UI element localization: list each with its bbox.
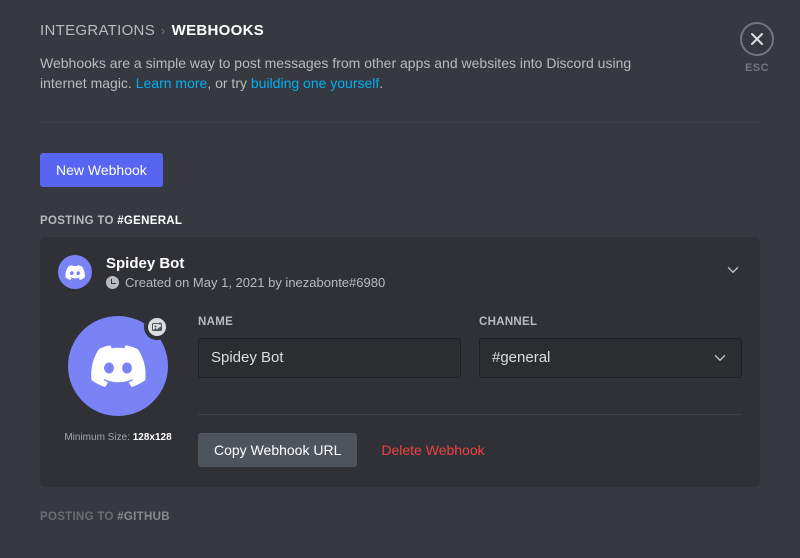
close-icon bbox=[749, 31, 765, 47]
desc-suffix: . bbox=[379, 75, 383, 91]
chevron-right-icon: › bbox=[161, 23, 166, 38]
section-prefix: POSTING TO bbox=[40, 215, 117, 227]
breadcrumb: INTEGRATIONS › WEBHOOKS bbox=[40, 22, 760, 39]
close-button[interactable] bbox=[740, 22, 774, 56]
breadcrumb-parent[interactable]: INTEGRATIONS bbox=[40, 22, 155, 39]
desc-mid: , or try bbox=[207, 75, 251, 91]
section-heading: POSTING TO #GENERAL bbox=[40, 215, 760, 227]
build-yourself-link[interactable]: building one yourself bbox=[251, 75, 379, 91]
delete-webhook-button[interactable]: Delete Webhook bbox=[381, 442, 484, 458]
footer-prefix: POSTING TO bbox=[40, 511, 117, 523]
page-description: Webhooks are a simple way to post messag… bbox=[40, 53, 680, 94]
chevron-down-icon bbox=[711, 349, 729, 367]
webhook-created-text: Created on May 1, 2021 by inezabonte#698… bbox=[125, 275, 385, 290]
breadcrumb-current: WEBHOOKS bbox=[172, 22, 264, 39]
discord-logo-icon bbox=[90, 345, 146, 387]
discord-logo-icon bbox=[65, 265, 85, 280]
close-label: ESC bbox=[745, 62, 769, 74]
webhook-name: Spidey Bot bbox=[106, 255, 710, 272]
footer-channel: #GITHUB bbox=[117, 511, 170, 523]
name-field-label: NAME bbox=[198, 316, 461, 328]
min-size-note: Minimum Size: 128x128 bbox=[58, 432, 178, 443]
channel-field-label: CHANNEL bbox=[479, 316, 742, 328]
webhook-card-header[interactable]: Spidey Bot Created on May 1, 2021 by ine… bbox=[58, 255, 742, 290]
new-webhook-button[interactable]: New Webhook bbox=[40, 153, 163, 187]
learn-more-link[interactable]: Learn more bbox=[136, 75, 208, 91]
min-size-value: 128x128 bbox=[133, 432, 172, 443]
next-section-heading: POSTING TO #GITHUB bbox=[40, 511, 760, 523]
min-size-prefix: Minimum Size: bbox=[64, 432, 132, 443]
section-channel: #GENERAL bbox=[117, 215, 182, 227]
upload-avatar-button[interactable] bbox=[144, 314, 170, 340]
chevron-down-icon bbox=[724, 261, 742, 284]
clock-icon bbox=[106, 276, 119, 289]
divider bbox=[40, 122, 760, 123]
name-input[interactable] bbox=[198, 338, 461, 378]
channel-select[interactable]: #general bbox=[479, 338, 742, 378]
webhook-avatar-small bbox=[58, 255, 92, 289]
webhook-card: Spidey Bot Created on May 1, 2021 by ine… bbox=[40, 237, 760, 487]
channel-select-value: #general bbox=[492, 349, 550, 366]
webhook-avatar-large[interactable] bbox=[68, 316, 168, 416]
copy-webhook-url-button[interactable]: Copy Webhook URL bbox=[198, 433, 357, 467]
upload-image-icon bbox=[151, 321, 163, 333]
